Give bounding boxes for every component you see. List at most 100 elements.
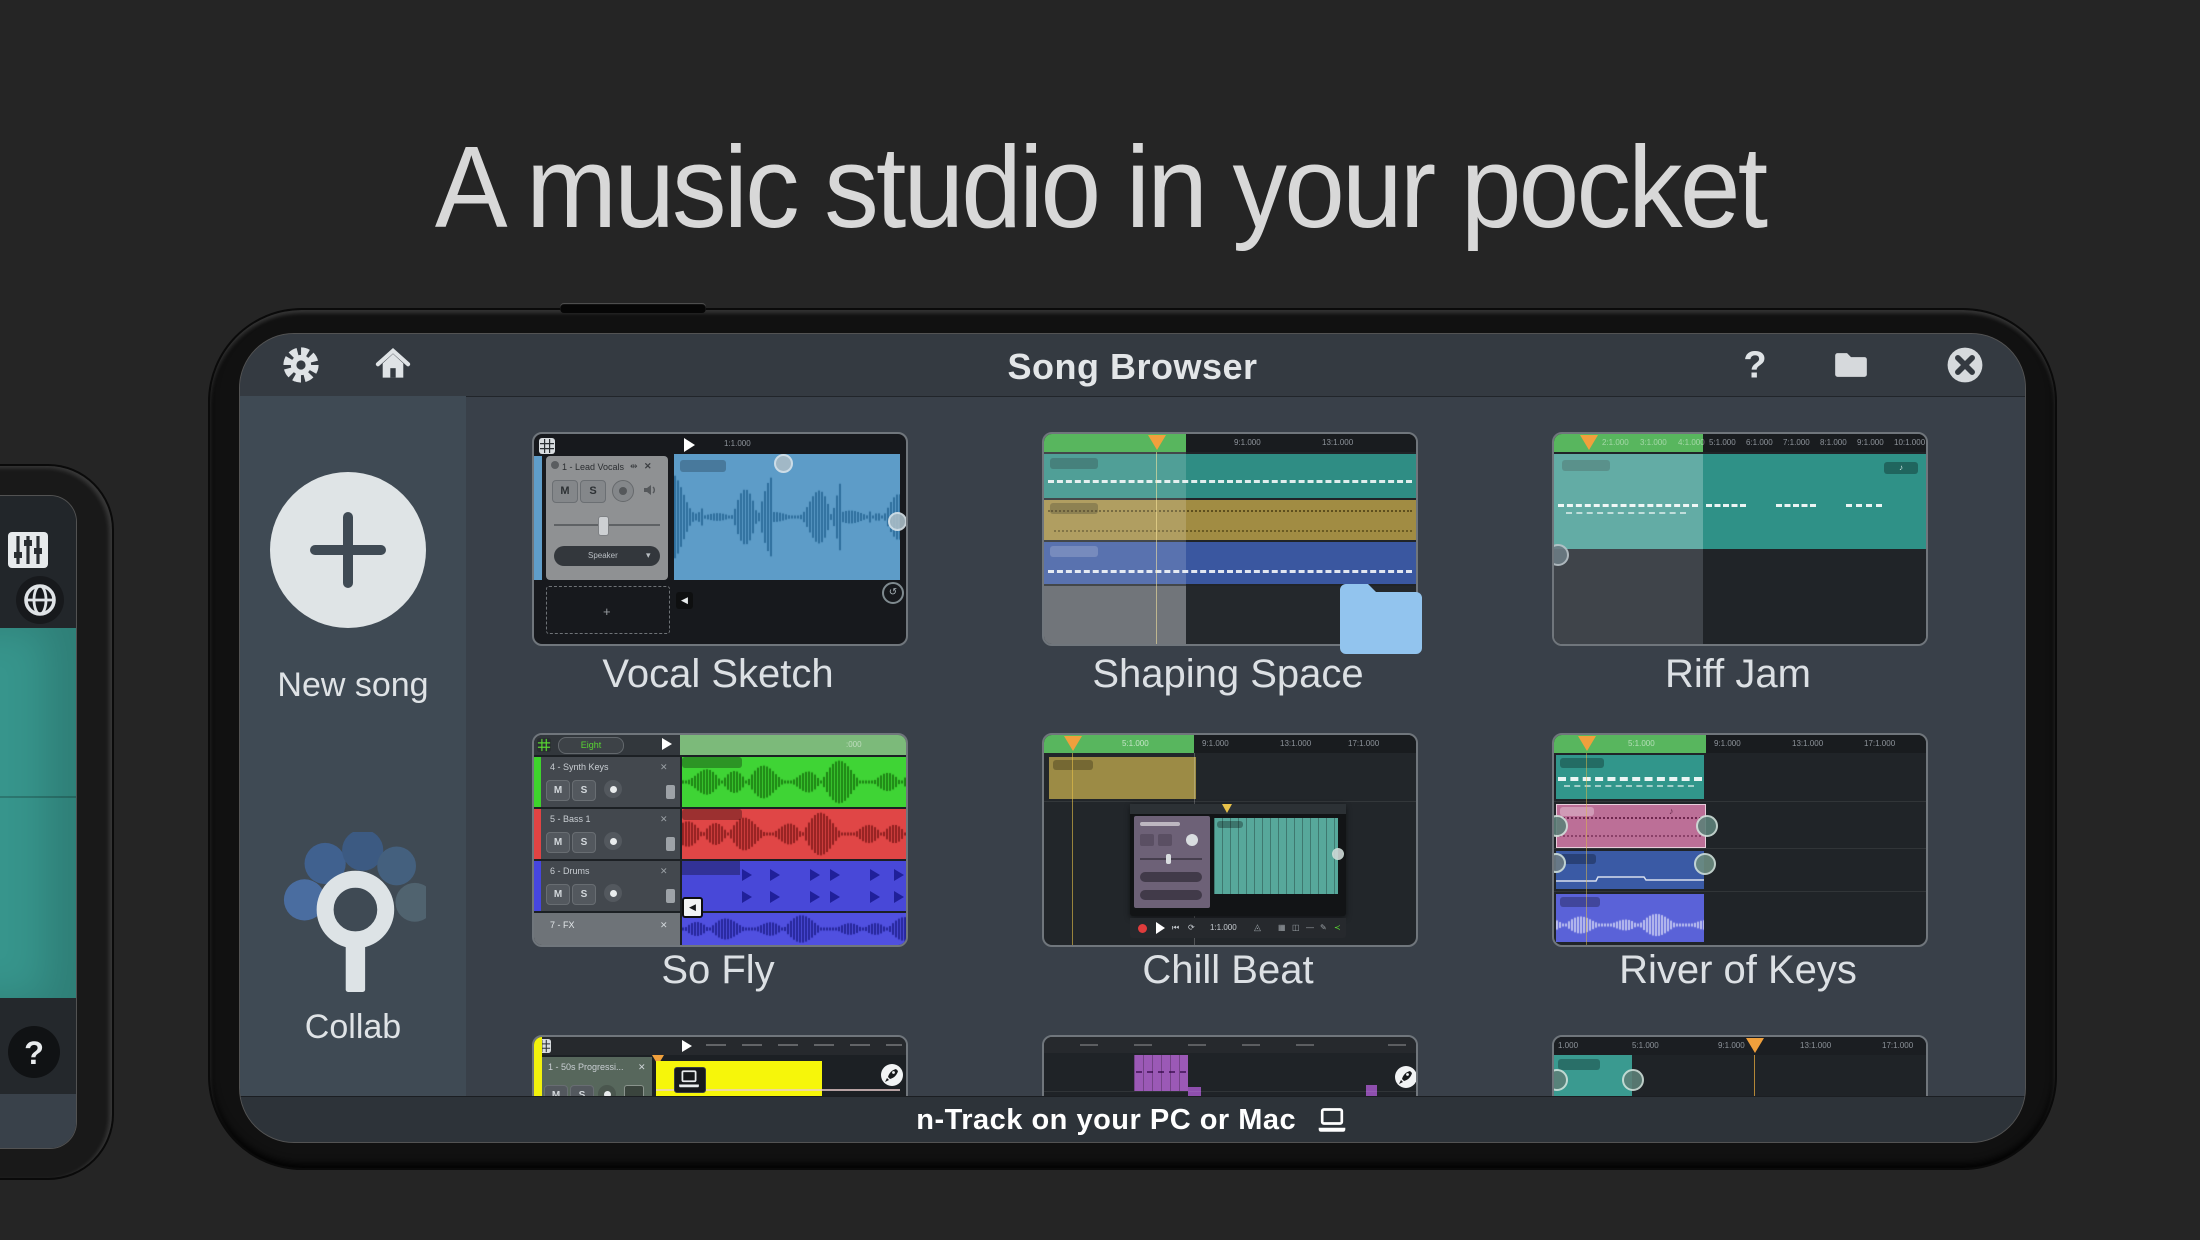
grid-icon [537, 738, 551, 752]
ruler-label: 17:1.000 [1864, 739, 1896, 748]
lane-separator [1554, 891, 1926, 892]
waveform [674, 454, 900, 580]
footer-label: n-Track on your PC or Mac [240, 1104, 2025, 1137]
title-bar: Song Browser ? [240, 334, 2025, 397]
playhead-line [1754, 1055, 1755, 1100]
track-color-strip [534, 861, 541, 911]
close-circle-icon[interactable] [1946, 346, 1984, 384]
ruler-label: 1.000 [1558, 1041, 1579, 1050]
clip-name-chip [1560, 897, 1600, 907]
clip-handle [1622, 1069, 1644, 1091]
share-icon: ≺ [1334, 923, 1341, 932]
record-dot [610, 890, 617, 897]
ruler-label: 5:1.000 [1122, 739, 1149, 748]
ruler-label: 7:1.000 [1783, 438, 1810, 447]
volume-slider-knob [598, 516, 609, 536]
playhead-marker [1746, 1038, 1764, 1053]
help-icon[interactable]: ? [1736, 346, 1774, 384]
metronome-icon: ◬ [1254, 922, 1261, 932]
song-cell-so-fly[interactable]: Eight :000 4 - Synth Keys ✕ M S 5 - Bass… [532, 733, 908, 992]
solo-button: S [580, 480, 606, 503]
song-cell-riff-jam[interactable]: 2:1.000 3:1.000 4:1.000 5:1.000 6:1.000 … [1552, 432, 1928, 696]
song-cell-shaping-space[interactable]: 9:1.000 13:1.000 Shaping Space [1042, 432, 1422, 696]
rewind-icon: ⏮ [1172, 923, 1180, 932]
ruler-label: 2:1.000 [1602, 438, 1629, 447]
song-thumbnail[interactable]: 1:1.000 1 - Lead Vocals ✕ ⇹ M S Speaker … [532, 432, 908, 646]
loop-icon: ⟳ [1188, 923, 1195, 932]
ruler-label: 3:1.000 [1640, 438, 1667, 447]
record-dot [610, 786, 617, 793]
track-header: 7 - FX ✕ [534, 913, 680, 945]
left-phone-screen: ? [0, 496, 76, 1148]
ruler-tick [706, 1044, 726, 1046]
scroll-left-button: ◀ [676, 592, 693, 609]
clip-name-chip [1560, 758, 1604, 768]
song-thumbnail[interactable]: Eight :000 4 - Synth Keys ✕ M S 5 - Bass… [532, 733, 908, 947]
settings-gear-icon[interactable] [282, 346, 320, 384]
clip-handle [774, 454, 793, 473]
timeline-ruler: 5:1.000 9:1.000 13:1.000 17:1.000 [1554, 735, 1926, 753]
midi-dots [1559, 835, 1701, 837]
plus-circle-icon[interactable] [270, 472, 426, 628]
clip-name-chip [680, 460, 726, 472]
ruler-label: 13:1.000 [1792, 739, 1824, 748]
ruler-tick [1388, 1044, 1406, 1046]
ruler-label-faint: :000 [846, 740, 862, 749]
mixer-icon: ▦ [1278, 923, 1286, 932]
timeline-ruler: 9:1.000 13:1.000 [1044, 434, 1416, 452]
toolbar-strip [534, 1037, 906, 1055]
ruler-label: 13:1.000 [1322, 438, 1354, 447]
audio-clip [674, 454, 906, 580]
mute-button: M [552, 480, 578, 503]
minus-icon: — [1306, 923, 1314, 932]
instrument-chip: ♪ [1884, 462, 1918, 474]
timeline-ruler [1044, 1037, 1416, 1053]
grid-icon [539, 438, 555, 454]
toolbar-strip: Eight [534, 735, 680, 755]
song-thumbnail[interactable]: 5:1.000 9:1.000 13:1.000 17:1.000 [1042, 733, 1418, 947]
mini-toolbar [1130, 804, 1346, 814]
playhead-marker [1578, 736, 1596, 751]
lane-separator [1554, 801, 1926, 802]
scroll-left-button: ◀ [682, 897, 703, 918]
clip-handle [1696, 815, 1718, 837]
ruler-label: 17:1.000 [1348, 739, 1380, 748]
song-thumbnail[interactable]: 2:1.000 3:1.000 4:1.000 5:1.000 6:1.000 … [1552, 432, 1928, 646]
clip-violet [1556, 894, 1704, 942]
home-icon[interactable] [374, 346, 412, 384]
ruler-tick [886, 1044, 902, 1046]
play-icon [1156, 922, 1165, 934]
clip-name-chip [1560, 807, 1594, 816]
help-circle-icon[interactable]: ? [8, 1026, 60, 1078]
sidebar: New song Collab [240, 396, 466, 1096]
ruler-label: 9:1.000 [1857, 438, 1884, 447]
timeline-ruler: 1.000 5:1.000 9:1.000 13:1.000 17:1.000 [1554, 1037, 1926, 1055]
left-screen-clip [0, 628, 76, 998]
add-track-dropzone: + [546, 586, 670, 634]
song-cell-chill-beat[interactable]: 5:1.000 9:1.000 13:1.000 17:1.000 ⏮ ⟳ 1:… [1042, 733, 1418, 992]
song-title: Riff Jam [1665, 652, 1811, 696]
song-thumbnail[interactable]: 5:1.000 9:1.000 13:1.000 17:1.000 [1552, 733, 1928, 947]
mute-button: M [546, 884, 570, 905]
ruler-label: 5:1.000 [1709, 438, 1736, 447]
globe-icon[interactable] [16, 576, 64, 624]
panel-close-icon: ✕ [638, 1062, 646, 1072]
song-cell-vocal-sketch[interactable]: 1:1.000 1 - Lead Vocals ✕ ⇹ M S Speaker … [532, 432, 908, 696]
clip-pink: ♪ [1556, 804, 1706, 848]
song-cell-river-of-keys[interactable]: 5:1.000 9:1.000 13:1.000 17:1.000 ♪ Rive… [1552, 733, 1928, 992]
play-icon [662, 738, 672, 750]
record-dot [619, 487, 627, 495]
ruler-tick [1080, 1044, 1098, 1046]
footer-banner[interactable]: n-Track on your PC or Mac [240, 1096, 2025, 1142]
ruler-label: 1:1.000 [724, 439, 751, 448]
pan-knob [666, 785, 675, 799]
clip-name-chip [1217, 821, 1243, 828]
transport-bar: ⏮ ⟳ 1:1.000 ◬ ▦ ◫ — ✎ ≺ [1130, 918, 1346, 938]
track-color-strip [534, 456, 542, 580]
folder-icon[interactable] [1832, 346, 1870, 384]
solo-button: S [572, 832, 596, 853]
clip-blue-wave [682, 913, 906, 945]
clip-handle [888, 512, 906, 531]
collab-icon[interactable] [280, 832, 426, 992]
ruler-tick [1242, 1044, 1260, 1046]
